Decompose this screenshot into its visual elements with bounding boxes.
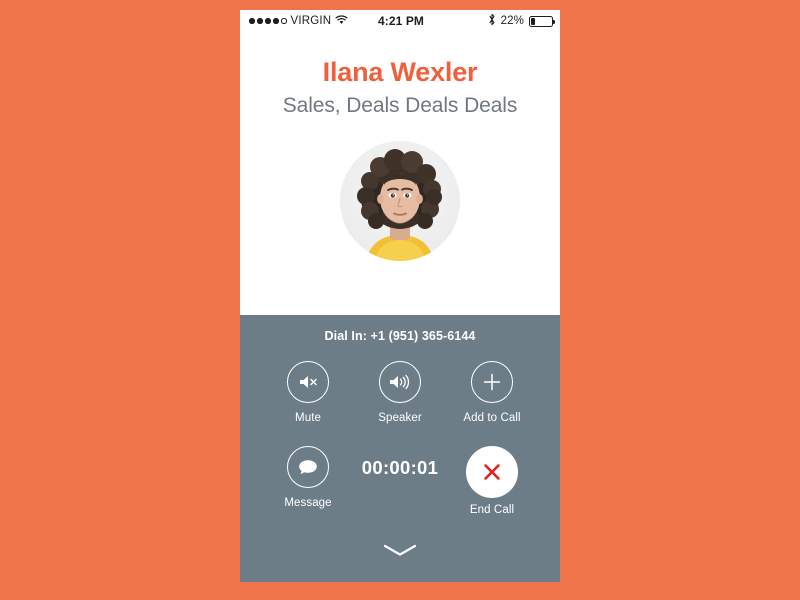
contact-panel: Ilana Wexler Sales, Deals Deals Deals (240, 32, 560, 315)
status-bar-right: 22% (424, 13, 555, 29)
mute-button[interactable]: Mute (265, 361, 351, 424)
message-button[interactable]: Message (265, 446, 351, 509)
dismiss-call-handle[interactable] (240, 543, 560, 562)
speaker-mute-icon (287, 361, 329, 403)
dial-in-label: Dial In: +1 (951) 365-6144 (324, 329, 476, 343)
add-to-call-label: Add to Call (463, 412, 521, 424)
battery-icon (529, 15, 555, 27)
avatar-photo (340, 140, 460, 261)
call-timer: 00:00:01 (357, 446, 443, 479)
status-bar: VIRGIN 4:21 PM 22% (240, 10, 560, 32)
battery-percent-label: 22% (500, 15, 524, 27)
phone-screen: VIRGIN 4:21 PM 22% Ilana Wexler Sales, D… (240, 10, 560, 582)
message-label: Message (284, 497, 332, 509)
bluetooth-icon (488, 13, 496, 29)
battery-fill (531, 17, 536, 25)
speaker-waves-icon (379, 361, 421, 403)
close-x-icon (466, 446, 518, 498)
speaker-button[interactable]: Speaker (357, 361, 443, 424)
signal-strength-icon (249, 18, 287, 24)
speaker-label: Speaker (378, 412, 422, 424)
mute-label: Mute (295, 412, 321, 424)
contact-name: Ilana Wexler (322, 57, 478, 87)
wifi-icon (335, 14, 348, 28)
call-timer-label: 00:00:01 (361, 457, 439, 478)
message-bubble-icon (287, 446, 329, 488)
call-controls-row-1: Mute Speaker Add to Call (240, 361, 560, 424)
call-controls-row-2: Message 00:00:01 End Call (240, 446, 560, 516)
add-to-call-button[interactable]: Add to Call (449, 361, 535, 424)
status-bar-left: VIRGIN (249, 14, 378, 28)
call-panel: Dial In: +1 (951) 365-6144 Mute Speaker … (240, 315, 560, 582)
end-call-label: End Call (469, 504, 515, 516)
carrier-label: VIRGIN (290, 15, 332, 27)
clock-label: 4:21 PM (377, 14, 425, 28)
end-call-button[interactable]: End Call (449, 446, 535, 516)
avatar (340, 140, 460, 261)
contact-subtitle: Sales, Deals Deals Deals (282, 93, 518, 117)
chevron-down-icon (382, 543, 418, 562)
plus-icon (471, 361, 513, 403)
